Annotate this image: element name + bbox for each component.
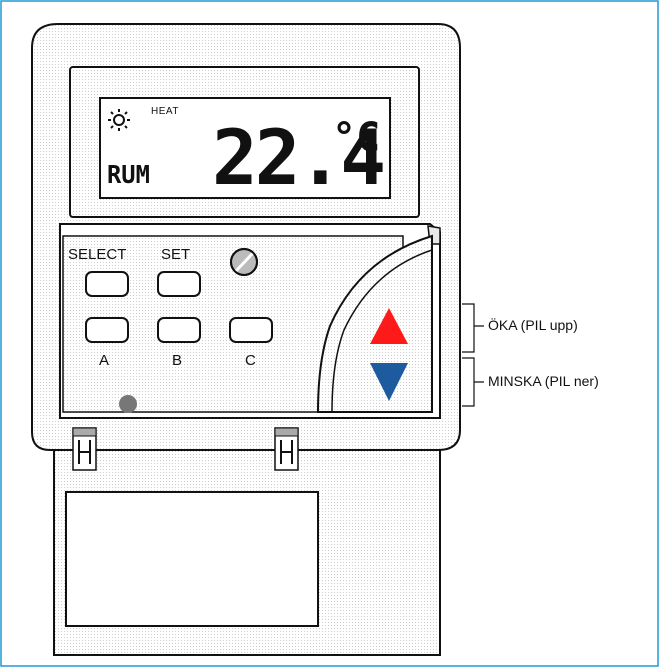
- setting-knob[interactable]: [230, 248, 258, 276]
- hinge-left: [72, 427, 97, 471]
- mode-label: HEAT: [151, 106, 179, 117]
- set-label: SET: [161, 246, 191, 263]
- lid-window: [65, 491, 319, 627]
- c-label: C: [245, 352, 256, 369]
- c-button[interactable]: [229, 317, 273, 343]
- hinge-right: [274, 427, 299, 471]
- select-label: SELECT: [68, 246, 127, 263]
- temperature-unit: °C: [332, 115, 381, 161]
- a-label: A: [99, 352, 110, 369]
- up-annotation: ÖKA (PIL upp): [488, 317, 578, 333]
- status-led: [119, 395, 137, 413]
- thermostat-diagram: [0, 0, 659, 667]
- set-button[interactable]: [157, 271, 201, 297]
- down-annotation: MINSKA (PIL ner): [488, 373, 599, 389]
- room-label: RUM: [107, 160, 150, 189]
- b-label: B: [172, 352, 183, 369]
- select-button[interactable]: [85, 271, 129, 297]
- b-button[interactable]: [157, 317, 201, 343]
- a-button[interactable]: [85, 317, 129, 343]
